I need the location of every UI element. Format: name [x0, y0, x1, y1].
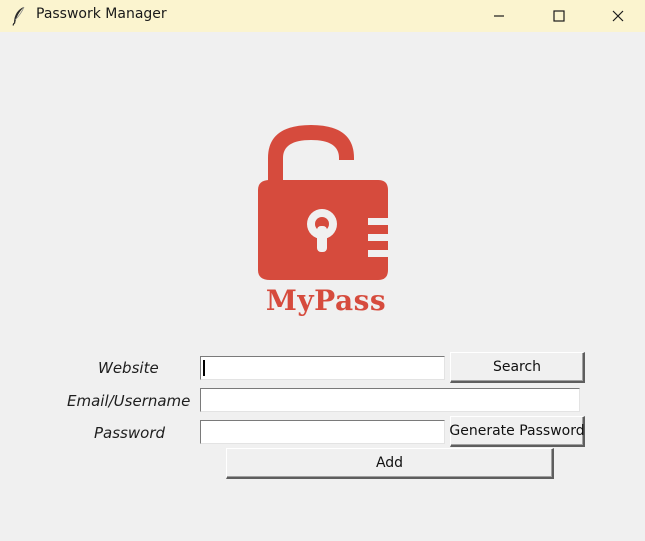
close-icon	[612, 10, 624, 22]
logo-text: MyPass	[265, 284, 387, 317]
maximize-button[interactable]	[536, 0, 582, 32]
search-button[interactable]: Search	[450, 352, 585, 383]
website-label: Website	[98, 359, 159, 377]
minimize-button[interactable]	[476, 0, 522, 32]
feather-icon	[12, 6, 26, 26]
password-label: Password	[94, 424, 166, 442]
mypass-logo: MyPass	[250, 120, 395, 325]
maximize-icon	[553, 10, 565, 22]
website-input[interactable]	[200, 356, 445, 380]
text-cursor	[203, 360, 205, 376]
email-label: Email/Username	[67, 392, 191, 410]
password-input[interactable]	[200, 420, 445, 444]
generate-password-button[interactable]: Generate Password	[449, 416, 585, 447]
close-button[interactable]	[595, 0, 641, 32]
window-title: Passwork Manager	[36, 6, 167, 22]
title-bar[interactable]: Passwork Manager	[0, 0, 645, 32]
minimize-icon	[493, 10, 505, 22]
app-window: Passwork Manager MyPass Website Search E…	[0, 0, 645, 541]
add-button[interactable]: Add	[226, 448, 554, 479]
email-input[interactable]	[200, 388, 580, 412]
